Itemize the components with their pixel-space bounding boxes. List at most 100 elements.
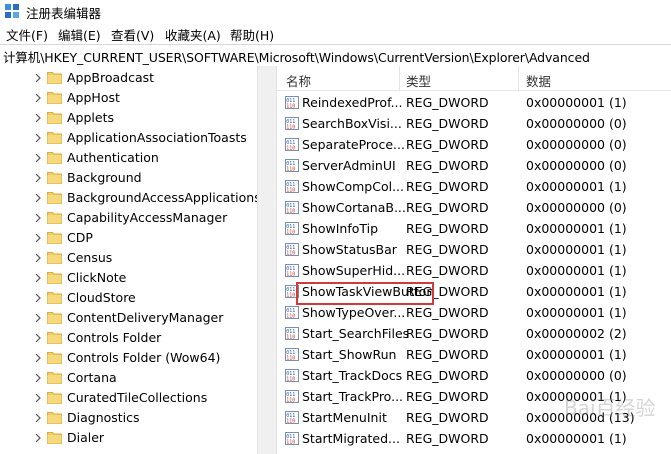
tree-item-label: Census (67, 250, 113, 265)
menu-view[interactable]: 查看(V) (111, 25, 154, 44)
expand-arrow-icon[interactable] (32, 232, 44, 244)
value-data: 0x00000000 (0) (526, 137, 627, 152)
column-header-data[interactable]: 数据 (526, 71, 551, 90)
tree-item[interactable]: CuratedTileCollections (0, 388, 257, 408)
svg-text:110: 110 (286, 419, 295, 425)
expand-arrow-icon[interactable] (32, 132, 44, 144)
value-row[interactable]: 011 110 ShowSuperHid... REG_DWORD 0x00000001… (277, 260, 671, 281)
expand-arrow-icon[interactable] (32, 412, 44, 424)
value-row[interactable]: 011 110 Start_SearchFiles REG_DWORD 0x000000… (277, 323, 671, 344)
expand-arrow-icon[interactable] (32, 192, 44, 204)
address-bar[interactable]: 计算机\HKEY_CURRENT_USER\SOFTWARE\Microsoft… (0, 44, 671, 67)
value-data: 0x00000001 (1) (526, 347, 627, 362)
svg-text:110: 110 (286, 167, 295, 173)
column-header-name[interactable]: 名称 (286, 71, 311, 90)
value-type: REG_DWORD (406, 305, 489, 320)
value-name: StartMenuInit (302, 410, 387, 425)
value-row[interactable]: 011 110 ReindexedProf... REG_DWORD 0x0000000… (277, 92, 671, 113)
value-row[interactable]: 011 110 Start_ShowRun REG_DWORD 0x00000001 (… (277, 344, 671, 365)
value-name: SearchBoxVisi... (302, 116, 402, 131)
value-row[interactable]: 011 110 ServerAdminUI REG_DWORD 0x00000000 (… (277, 155, 671, 176)
menu-help[interactable]: 帮助(H) (230, 25, 274, 44)
tree-item[interactable]: Dialer (0, 428, 257, 448)
tree-item[interactable]: AppHost (0, 88, 257, 108)
address-path[interactable]: 计算机\HKEY_CURRENT_USER\SOFTWARE\Microsoft… (3, 47, 590, 66)
svg-text:110: 110 (286, 377, 295, 383)
value-name: ShowStatusBar (302, 242, 397, 257)
tree-item[interactable]: Applets (0, 108, 257, 128)
column-divider[interactable] (518, 66, 519, 90)
dword-value-icon: 011110 (285, 180, 299, 193)
pane-splitter[interactable] (257, 66, 277, 454)
tree-item[interactable]: Background (0, 168, 257, 188)
value-name: ReindexedProf... (302, 95, 403, 110)
svg-text:110: 110 (286, 335, 295, 341)
tree-item-label: ApplicationAssociationToasts (67, 130, 247, 145)
folder-icon (47, 192, 62, 204)
value-row[interactable]: 011 110 Start_TrackDocs REG_DWORD 0x00000000… (277, 365, 671, 386)
value-name: StartMigrated... (302, 431, 400, 446)
column-divider[interactable] (399, 66, 400, 90)
tree-item[interactable]: Census (0, 248, 257, 268)
value-row[interactable]: 011 110 ShowTypeOver... REG_DWORD 0x00000001… (277, 302, 671, 323)
tree-item[interactable]: ClickNote (0, 268, 257, 288)
folder-icon (47, 332, 62, 344)
expand-arrow-icon[interactable] (32, 352, 44, 364)
value-row[interactable]: 011 110 ShowCompCol... REG_DWORD 0x00000001 … (277, 176, 671, 197)
tree-item[interactable]: Cortana (0, 368, 257, 388)
menu-favorites[interactable]: 收藏夹(A) (165, 25, 221, 44)
menu-edit[interactable]: 编辑(E) (58, 25, 101, 44)
value-row[interactable]: 011 110 ShowStatusBar REG_DWORD 0x00000001 (… (277, 239, 671, 260)
tree-item[interactable]: BackgroundAccessApplications (0, 188, 257, 208)
value-row[interactable]: 011 110 ShowCortanaB... REG_DWORD 0x00000000… (277, 197, 671, 218)
expand-arrow-icon[interactable] (32, 172, 44, 184)
value-row[interactable]: 011 110 ShowInfoTip REG_DWORD 0x00000001 (1) (277, 218, 671, 239)
tree-item[interactable]: CapabilityAccessManager (0, 208, 257, 228)
tree-item-label: CapabilityAccessManager (67, 210, 228, 225)
expand-arrow-icon[interactable] (32, 392, 44, 404)
tree-item[interactable]: Controls Folder (0, 328, 257, 348)
dword-value-icon: 011110 (285, 390, 299, 403)
tree-item[interactable]: CloudStore (0, 288, 257, 308)
key-tree[interactable]: AppBroadcast AppHost Applets ApplicationAss… (0, 66, 257, 454)
expand-arrow-icon[interactable] (32, 92, 44, 104)
expand-arrow-icon[interactable] (32, 112, 44, 124)
value-name: ShowSuperHid... (302, 263, 406, 278)
tree-item[interactable]: CDP (0, 228, 257, 248)
expand-arrow-icon[interactable] (32, 272, 44, 284)
expand-arrow-icon[interactable] (32, 252, 44, 264)
value-row[interactable]: 011 110 SeparateProce... REG_DWORD 0x0000000… (277, 134, 671, 155)
tree-item[interactable]: Diagnostics (0, 408, 257, 428)
svg-text:110: 110 (286, 398, 295, 404)
value-row[interactable]: 011 110 SearchBoxVisi... REG_DWORD 0x0000000… (277, 113, 671, 134)
value-row[interactable]: 011 110 ShowTaskViewButton REG_DWORD 0x00000… (277, 281, 671, 302)
value-type: REG_DWORD (406, 347, 489, 362)
dword-value-icon: 011110 (285, 348, 299, 361)
tree-item[interactable]: ApplicationAssociationToasts (0, 128, 257, 148)
list-header: 名称 类型 数据 (277, 66, 671, 91)
tree-item[interactable]: AppBroadcast (0, 68, 257, 88)
expand-arrow-icon[interactable] (32, 332, 44, 344)
column-header-type[interactable]: 类型 (406, 71, 431, 90)
svg-text:110: 110 (286, 188, 295, 194)
menu-file[interactable]: 文件(F) (6, 25, 48, 44)
expand-arrow-icon[interactable] (32, 372, 44, 384)
expand-arrow-icon[interactable] (32, 72, 44, 84)
tree-item[interactable]: Controls Folder (Wow64) (0, 348, 257, 368)
tree-item-label: Diagnostics (67, 410, 140, 425)
tree-item-label: AppBroadcast (67, 70, 155, 85)
expand-arrow-icon[interactable] (32, 432, 44, 444)
tree-item[interactable]: ContentDeliveryManager (0, 308, 257, 328)
value-type: REG_DWORD (406, 158, 489, 173)
tree-item[interactable]: Authentication (0, 148, 257, 168)
svg-text:110: 110 (286, 209, 295, 215)
expand-arrow-icon[interactable] (32, 292, 44, 304)
dword-value-icon: 011110 (285, 117, 299, 130)
expand-arrow-icon[interactable] (32, 312, 44, 324)
value-data: 0x00000001 (1) (526, 221, 627, 236)
value-row[interactable]: 011 110 StartMigrated... REG_DWORD 0x0000000… (277, 428, 671, 449)
expand-arrow-icon[interactable] (32, 212, 44, 224)
expand-arrow-icon[interactable] (32, 152, 44, 164)
folder-icon (47, 212, 62, 224)
tree-item-label: CloudStore (67, 290, 136, 305)
